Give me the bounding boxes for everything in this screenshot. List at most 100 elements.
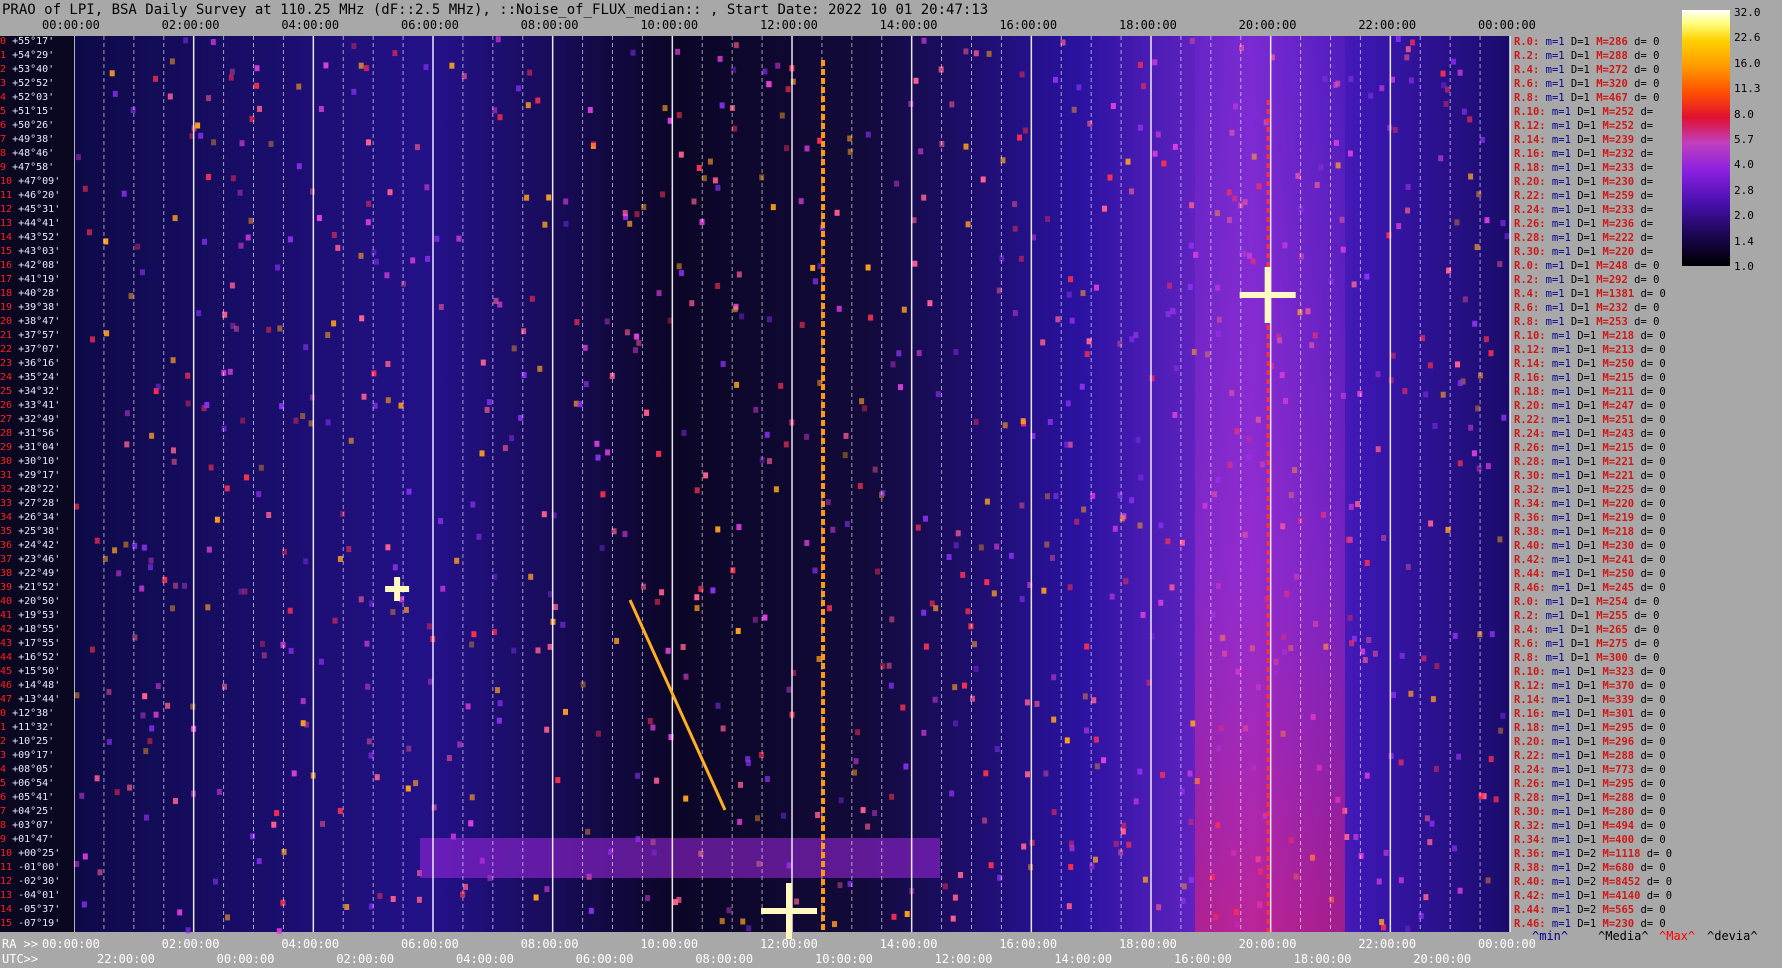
noise-pixel — [167, 93, 173, 100]
noise-pixel — [804, 145, 810, 152]
noise-pixel — [982, 817, 988, 824]
noise-pixel — [853, 758, 859, 765]
noise-pixel — [1441, 82, 1447, 89]
noise-pixel — [963, 48, 969, 55]
noise-pixel — [933, 605, 939, 612]
noise-pixel — [511, 345, 517, 352]
noise-pixel — [1002, 422, 1008, 429]
noise-pixel — [1379, 85, 1385, 92]
noise-pixel — [1440, 70, 1446, 77]
noise-pixel — [1468, 173, 1474, 180]
noise-pixel — [984, 498, 990, 505]
noise-pixel — [1019, 596, 1025, 602]
noise-pixel — [779, 112, 785, 119]
noise-pixel — [258, 464, 264, 471]
noise-pixel — [423, 64, 429, 71]
noise-pixel — [916, 350, 922, 357]
noise-pixel — [210, 39, 216, 45]
noise-pixel — [323, 62, 329, 69]
noise-pixel — [144, 814, 149, 821]
noise-pixel — [1156, 904, 1162, 911]
noise-pixel — [733, 42, 739, 49]
noise-pixel — [804, 540, 810, 546]
noise-pixel — [950, 915, 956, 922]
noise-pixel — [1455, 361, 1460, 368]
noise-pixel — [1472, 320, 1478, 327]
utc-tick-label: 22:00:00 — [97, 952, 155, 966]
row-stat: R.6: m=1 D=1 M=232 d= 0 — [1514, 302, 1660, 314]
noise-pixel — [300, 698, 306, 705]
ra-tick-label: 10:00:00 — [640, 937, 699, 951]
noise-pixel — [434, 235, 440, 242]
noise-pixel — [1474, 244, 1480, 251]
declination-label: 9 +01°47' — [0, 834, 55, 845]
noise-pixel — [953, 542, 959, 549]
noise-pixel — [872, 810, 878, 817]
noise-pixel — [1025, 771, 1030, 778]
noise-pixel — [770, 204, 776, 211]
noise-pixel — [679, 270, 684, 277]
noise-pixel — [535, 97, 541, 104]
noise-pixel — [1022, 127, 1028, 134]
noise-pixel — [587, 107, 593, 113]
noise-pixel — [124, 441, 130, 448]
noise-pixel — [1489, 631, 1495, 638]
noise-pixel — [361, 393, 367, 400]
noise-pixel — [502, 445, 508, 452]
noise-pixel — [211, 139, 217, 146]
noise-pixel — [1020, 418, 1026, 425]
declination-label: 6 +05°41' — [0, 792, 55, 803]
noise-pixel — [1348, 76, 1354, 83]
utc-tick-label: 00:00:00 — [216, 952, 275, 966]
noise-pixel — [1353, 834, 1359, 840]
noise-pixel — [784, 145, 789, 152]
noise-pixel — [1165, 311, 1171, 318]
noise-pixel — [1110, 103, 1116, 109]
noise-pixel — [335, 244, 341, 251]
noise-pixel — [112, 547, 118, 554]
noise-pixel — [1102, 205, 1107, 212]
ra-tick-label: 14:00:00 — [879, 937, 938, 951]
noise-pixel — [449, 62, 455, 69]
noise-pixel — [1405, 184, 1411, 190]
noise-pixel — [291, 770, 297, 777]
noise-pixel — [1355, 501, 1361, 508]
noise-pixel — [171, 447, 176, 454]
noise-pixel — [89, 646, 95, 653]
noise-pixel — [794, 898, 800, 905]
noise-pixel — [94, 775, 100, 782]
noise-pixel — [647, 718, 653, 724]
noise-pixel — [300, 413, 306, 419]
declination-label: 45 +15°50' — [0, 666, 61, 677]
noise-pixel — [1483, 336, 1489, 343]
row-stat: R.16: m=1 D=1 M=215 d= 0 — [1514, 372, 1666, 384]
noise-pixel — [463, 883, 468, 890]
noise-pixel — [480, 359, 486, 366]
noise-pixel — [195, 122, 201, 129]
noise-pixel — [634, 211, 640, 218]
noise-pixel — [1457, 69, 1463, 76]
noise-pixel — [859, 398, 865, 405]
noise-pixel — [1172, 143, 1178, 150]
noise-pixel — [140, 269, 145, 276]
noise-pixel — [337, 556, 343, 562]
declination-label: 15 -07°19' — [0, 918, 61, 929]
declination-label: 11 -01°00' — [0, 862, 61, 873]
row-stat: R.16: m=1 D=1 M=301 d= 0 — [1514, 708, 1666, 720]
noise-pixel — [1112, 525, 1118, 532]
noise-pixel — [1398, 877, 1404, 884]
ra-tick-label: 22:00:00 — [1358, 937, 1417, 951]
declination-label: 29 +31°04' — [0, 442, 61, 453]
noise-pixel — [736, 271, 742, 278]
noise-pixel — [1069, 317, 1075, 324]
noise-pixel — [140, 712, 146, 719]
noise-pixel — [516, 85, 522, 92]
row-stat: R.12: m=1 D=1 M=252 d= — [1514, 120, 1660, 132]
noise-pixel — [1169, 584, 1175, 591]
noise-pixel — [170, 605, 175, 612]
noise-pixel — [374, 258, 379, 265]
noise-pixel — [266, 512, 272, 518]
noise-pixel — [546, 194, 552, 201]
noise-pixel — [633, 347, 638, 354]
row-stat: R.30: m=1 D=1 M=221 d= 0 — [1514, 470, 1666, 482]
